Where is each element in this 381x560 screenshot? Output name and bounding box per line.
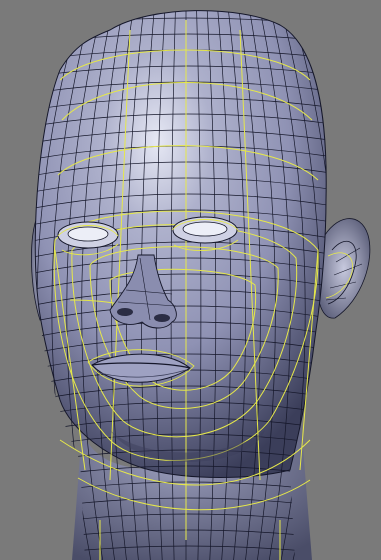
head-mesh-render[interactable] [0, 0, 381, 560]
3d-viewport[interactable] [0, 0, 381, 560]
